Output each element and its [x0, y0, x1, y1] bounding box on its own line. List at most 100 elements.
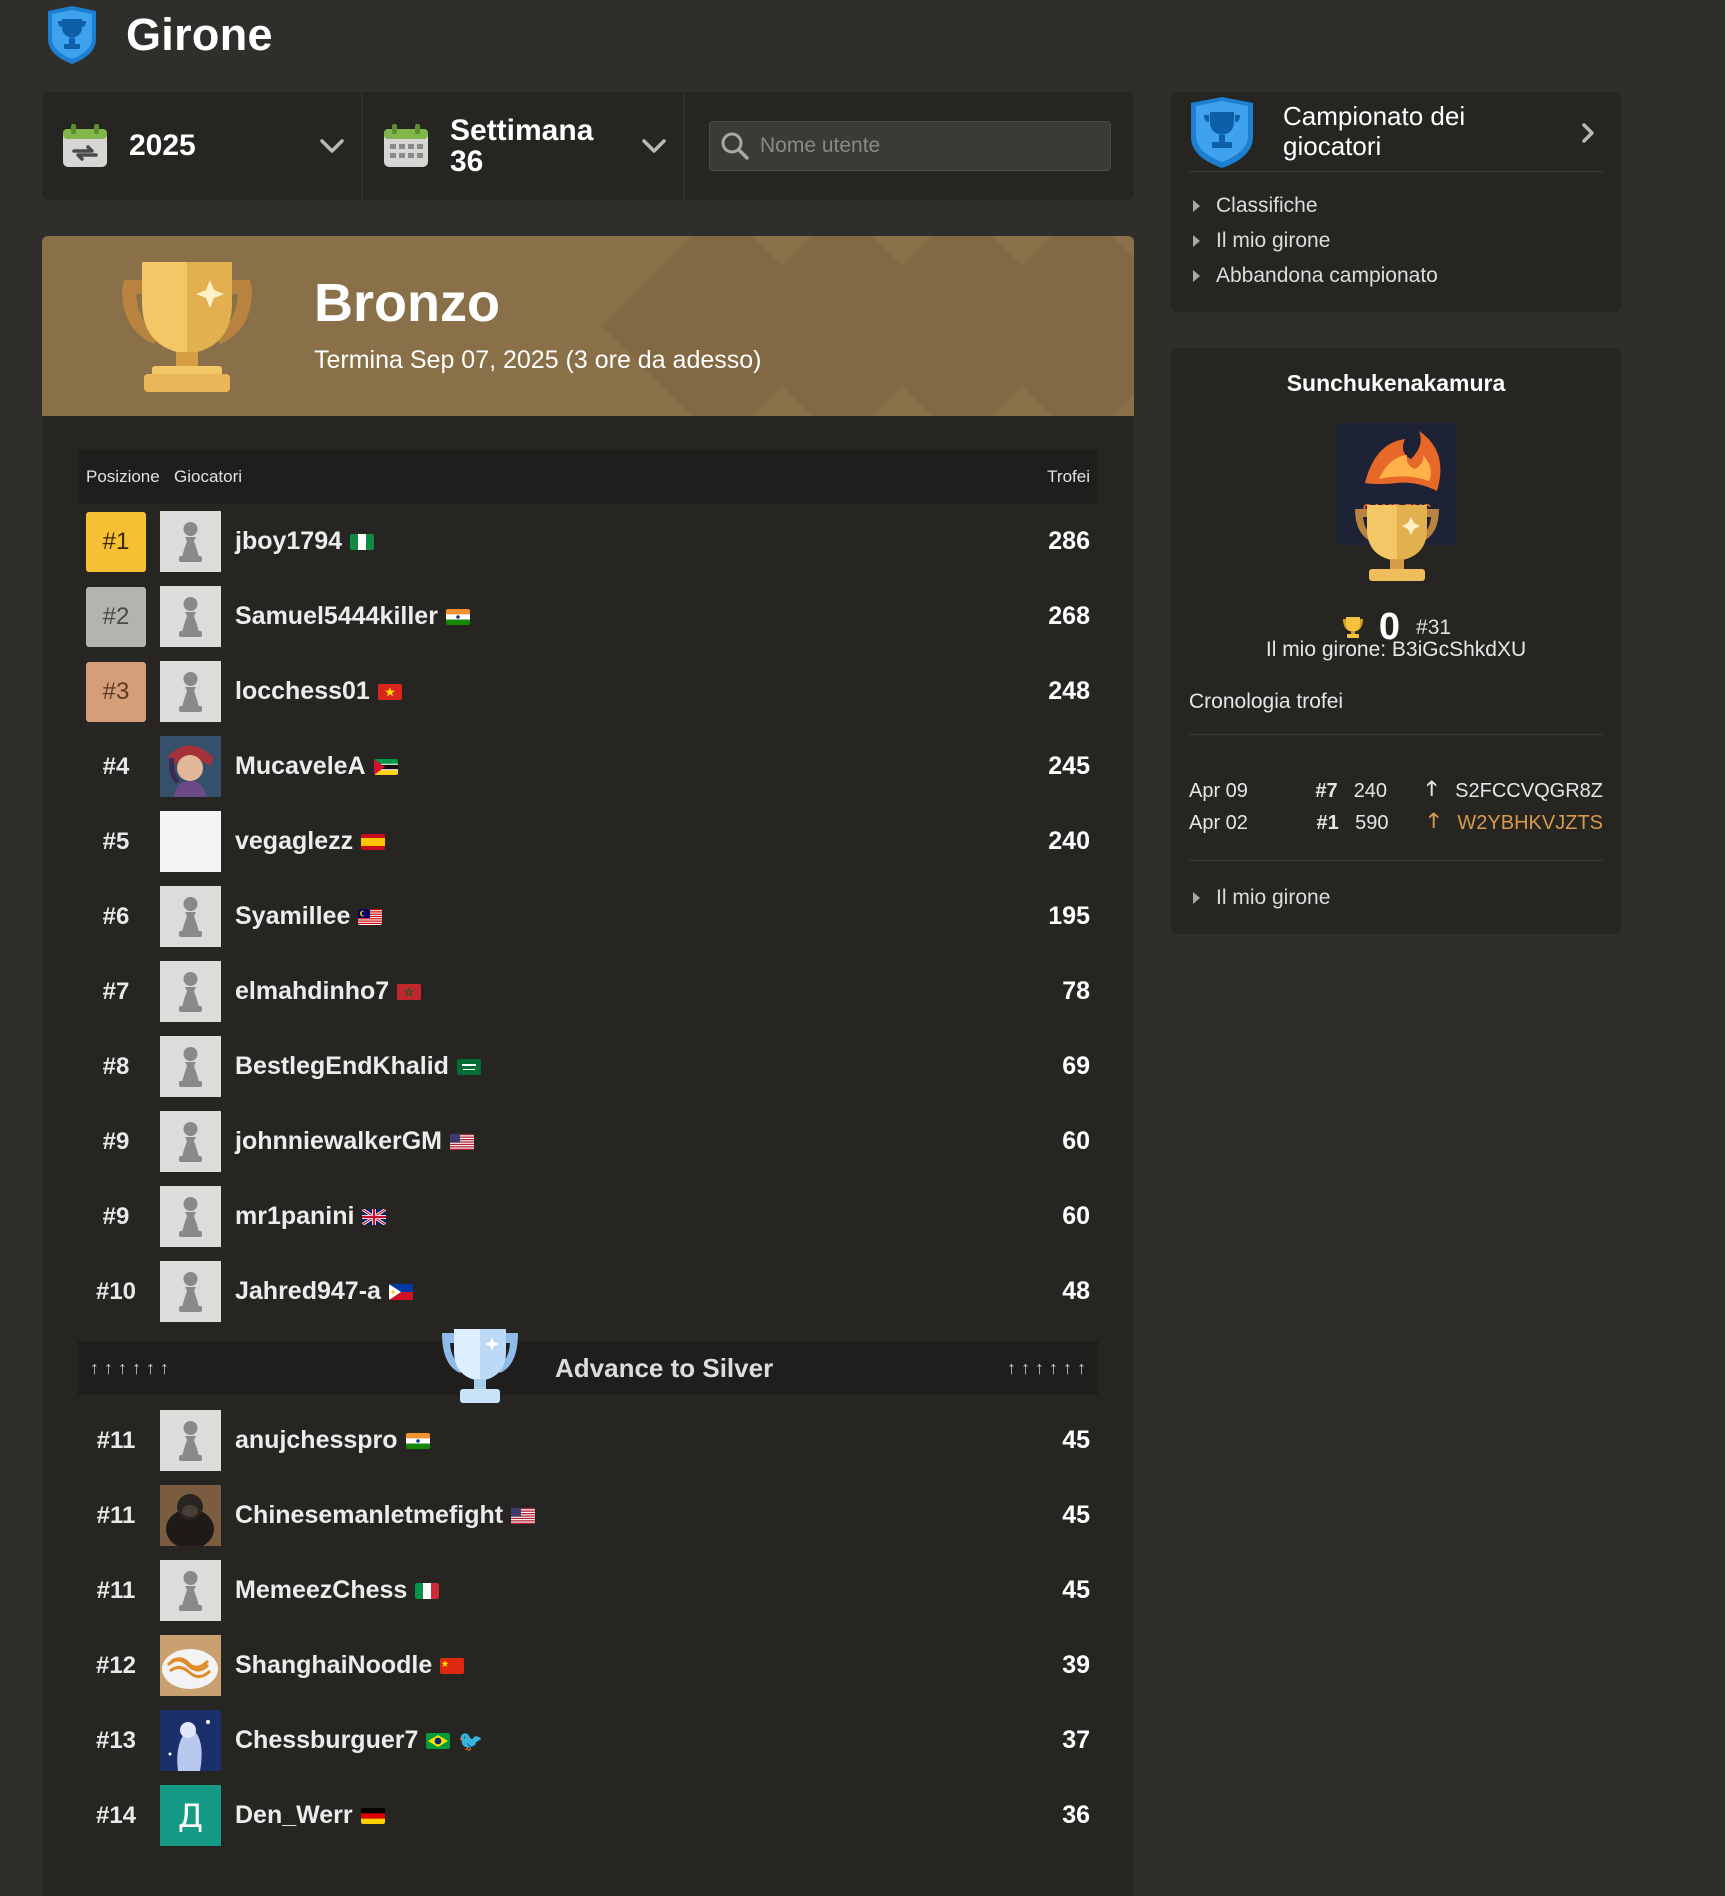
trophy-count: 240 — [1048, 827, 1090, 855]
history-group-link[interactable]: W2YBHKVJZTS — [1457, 812, 1603, 835]
avatar[interactable] — [160, 1710, 221, 1771]
usa-flag-icon — [449, 1134, 474, 1151]
league-title: Bronzo — [314, 273, 500, 333]
caret-right-icon — [1193, 199, 1200, 212]
player-name-text: elmahdinho7 — [235, 977, 390, 1005]
player-name[interactable]: Jahred947-a — [235, 1277, 413, 1306]
saudi-arabia-flag-icon — [456, 1059, 481, 1076]
sidebar: Campionato dei giocatori Classifiche Il … — [1171, 92, 1621, 934]
usa-flag-icon — [511, 1508, 536, 1525]
avatar[interactable] — [160, 886, 221, 947]
avatar[interactable] — [160, 1410, 221, 1471]
player-name[interactable]: elmahdinho7 — [235, 977, 422, 1006]
profile-rank: #31 — [1416, 615, 1452, 639]
trophy-shield-icon — [1191, 96, 1253, 168]
profile-username[interactable]: Sunchukenakamura — [1189, 348, 1603, 397]
divider — [1189, 860, 1603, 861]
avatar[interactable] — [160, 961, 221, 1022]
table-row[interactable]: #10 Jahred947-a 48 — [78, 1254, 1098, 1329]
search-area — [685, 92, 1134, 200]
trophy-count: 69 — [1062, 1052, 1090, 1080]
avatar[interactable] — [160, 661, 221, 722]
table-row[interactable]: #12 ShanghaiNoodle 39 — [78, 1628, 1098, 1703]
table-row[interactable]: #2 Samuel5444killer 268 — [78, 579, 1098, 654]
player-name[interactable]: johnniewalkerGM — [235, 1127, 474, 1156]
profile-avatar-with-trophy[interactable]: CAMP PVC — [1335, 423, 1459, 583]
player-name[interactable]: locchess01 — [235, 677, 402, 706]
table-row[interactable]: #7 elmahdinho7 78 — [78, 954, 1098, 1029]
link-my-group[interactable]: Il mio girone — [1189, 223, 1603, 258]
table-row[interactable]: #8 BestlegEndKhalid 69 — [78, 1029, 1098, 1104]
avatar[interactable] — [160, 1261, 221, 1322]
trophy-count: 48 — [1062, 1277, 1090, 1305]
table-row[interactable]: #1 jboy1794 286 — [78, 504, 1098, 579]
player-name[interactable]: Chinesemanletmefight — [235, 1501, 536, 1530]
table-row[interactable]: #9 mr1panini 60 — [78, 1179, 1098, 1254]
link-my-group[interactable]: Il mio girone — [1189, 886, 1330, 910]
chevron-right-icon — [1582, 123, 1594, 143]
table-row[interactable]: #5 vegaglezz 240 — [78, 804, 1098, 879]
morocco-flag-icon — [397, 984, 422, 1001]
rank-badge: #13 — [95, 1726, 137, 1754]
player-name[interactable]: anujchesspro — [235, 1426, 430, 1455]
player-name[interactable]: Samuel5444killer — [235, 602, 470, 631]
page-title: Girone — [126, 9, 273, 60]
history-row: Apr 09 #7 240 🡑 S2FCCVQGR8Z — [1189, 775, 1603, 807]
promotion-divider: ↑ ↑ ↑ ↑ ↑ ↑ Advance to Silver ↑ ↑ ↑ ↑ ↑ … — [78, 1329, 1098, 1403]
history-group-link[interactable]: S2FCCVQGR8Z — [1455, 780, 1603, 803]
history-row: Apr 02 #1 590 🡑 W2YBHKVJZTS — [1189, 807, 1603, 839]
week-select[interactable]: Settimana 36 — [363, 92, 685, 200]
avatar[interactable] — [160, 736, 221, 797]
col-players: Giocatori — [174, 467, 243, 486]
rank-badge: #9 — [102, 1202, 130, 1230]
player-name[interactable]: BestlegEndKhalid — [235, 1052, 481, 1081]
table-row[interactable]: #14 Д Den_Werr 36 — [78, 1778, 1098, 1853]
avatar[interactable]: Д — [160, 1785, 221, 1846]
table-row[interactable]: #3 locchess01 248 — [78, 654, 1098, 729]
advance-label: Advance to Silver — [555, 1352, 774, 1383]
year-select[interactable]: 2025 — [42, 92, 363, 200]
player-name-text: Chessburguer7 — [235, 1726, 419, 1754]
player-name[interactable]: MemeezChess — [235, 1576, 440, 1605]
table-row[interactable]: #13 Chessburguer7 🐦 37 — [78, 1703, 1098, 1778]
avatar[interactable] — [160, 511, 221, 572]
rank-badge: #10 — [95, 1277, 137, 1305]
player-name[interactable]: Den_Werr — [235, 1801, 385, 1830]
link-leave-championship[interactable]: Abbandona campionato — [1189, 258, 1603, 293]
table-row[interactable]: #9 johnniewalkerGM 60 — [78, 1104, 1098, 1179]
avatar[interactable] — [160, 811, 221, 872]
avatar[interactable] — [160, 1186, 221, 1247]
mozambique-flag-icon — [373, 759, 398, 776]
player-name[interactable]: jboy1794 — [235, 527, 375, 556]
avatar[interactable] — [160, 1635, 221, 1696]
week-value: Settimana 36 — [450, 113, 594, 178]
championship-header[interactable]: Campionato dei giocatori — [1189, 92, 1603, 172]
avatar[interactable] — [160, 1111, 221, 1172]
table-row[interactable]: #11 MemeezChess 45 — [78, 1553, 1098, 1628]
player-name[interactable]: MucaveleA — [235, 752, 398, 781]
table-row[interactable]: #4 MucaveleA 245 — [78, 729, 1098, 804]
rank-badge: #11 — [96, 1501, 136, 1529]
trophy-count: 248 — [1048, 677, 1090, 705]
player-name[interactable]: Syamillee — [235, 902, 383, 931]
trophy-count: 245 — [1048, 752, 1090, 780]
promotion-rows: #1 jboy1794 286 #2 Samuel5444killer 268 #3 locc… — [78, 504, 1098, 1329]
table-row[interactable]: #6 Syamillee 195 — [78, 879, 1098, 954]
avatar[interactable] — [160, 1485, 221, 1546]
avatar[interactable] — [160, 1036, 221, 1097]
table-row[interactable]: #11 Chinesemanletmefight 45 — [78, 1478, 1098, 1553]
avatar[interactable] — [160, 1560, 221, 1621]
col-trophies: Trofei — [1047, 467, 1090, 486]
page-header: Girone — [44, 4, 273, 66]
player-name[interactable]: vegaglezz — [235, 827, 386, 856]
player-name-text: Syamillee — [235, 902, 351, 930]
player-name[interactable]: Chessburguer7 🐦 — [235, 1726, 483, 1755]
table-row[interactable]: #11 anujchesspro 45 — [78, 1403, 1098, 1478]
username-search-input[interactable] — [760, 134, 1100, 158]
player-name[interactable]: ShanghaiNoodle — [235, 1651, 465, 1680]
link-classifiche[interactable]: Classifiche — [1189, 188, 1603, 223]
league-banner: Bronzo Termina Sep 07, 2025 (3 ore da ad… — [42, 236, 1134, 416]
player-name[interactable]: mr1panini — [235, 1202, 387, 1231]
avatar[interactable] — [160, 586, 221, 647]
india-flag-icon — [405, 1433, 430, 1450]
